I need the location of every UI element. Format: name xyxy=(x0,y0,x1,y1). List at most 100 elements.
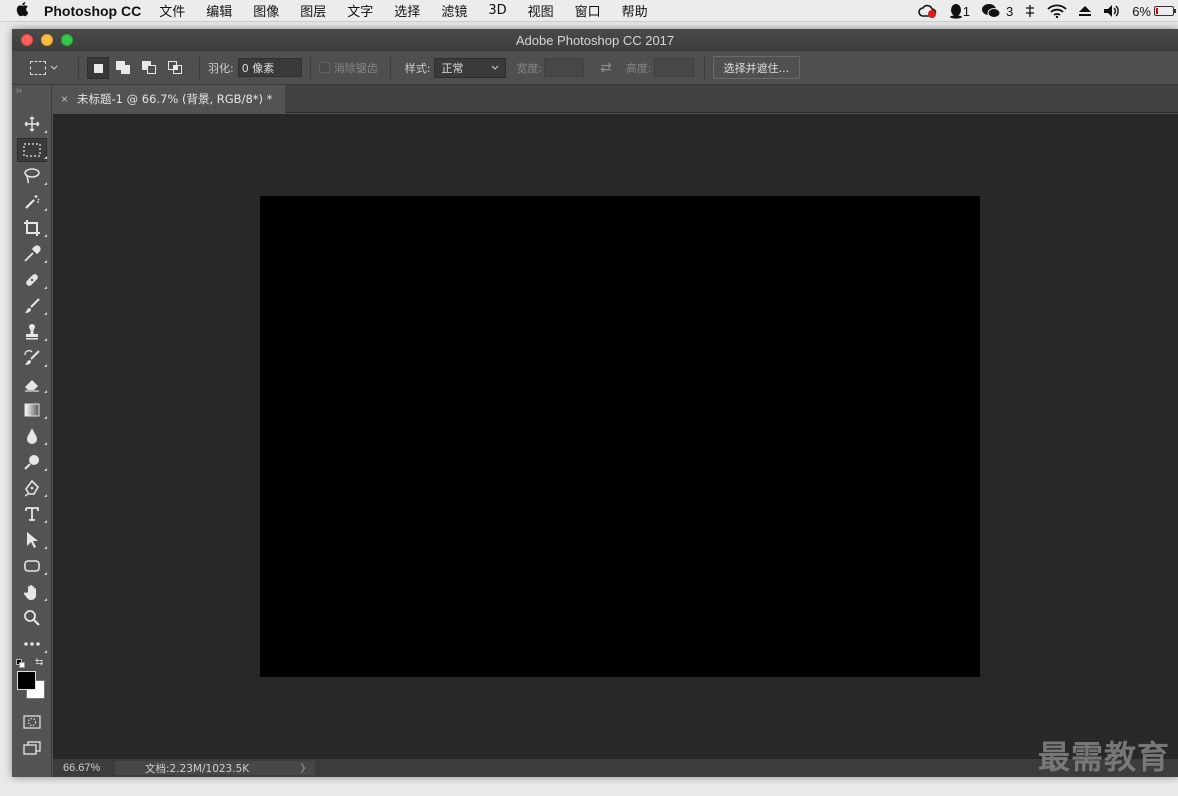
antialias-label: 消除锯齿 xyxy=(333,61,378,75)
pen-tool[interactable] xyxy=(12,475,52,501)
stamp-icon xyxy=(26,324,38,340)
maximize-window-button[interactable] xyxy=(61,34,73,46)
color-swatches: ⇆ xyxy=(12,657,52,705)
new-selection-button[interactable] xyxy=(87,56,109,79)
close-tab-icon[interactable]: × xyxy=(61,92,68,106)
brush-tool[interactable] xyxy=(12,293,52,319)
eraser-tool[interactable] xyxy=(12,371,52,397)
healing-brush-tool[interactable] xyxy=(12,267,52,293)
battery-status[interactable]: 6% xyxy=(1132,4,1176,19)
creative-cloud-icon[interactable] xyxy=(917,4,938,18)
blur-tool[interactable] xyxy=(12,423,52,449)
panel-collapse-toggle[interactable]: ›› xyxy=(12,85,51,97)
intersect-selection-button[interactable] xyxy=(165,57,187,79)
battery-icon xyxy=(1154,6,1176,16)
dodge-tool[interactable] xyxy=(12,449,52,475)
swap-dimensions-icon[interactable]: ⇄ xyxy=(600,60,612,76)
document-canvas[interactable] xyxy=(260,196,980,677)
menu-select[interactable]: 选择 xyxy=(394,1,420,20)
eject-icon[interactable] xyxy=(1078,5,1092,17)
rectangle-tool[interactable] xyxy=(12,553,52,579)
screen-mode-button[interactable] xyxy=(12,735,52,761)
apple-icon[interactable] xyxy=(0,1,44,21)
type-icon xyxy=(25,507,39,521)
minimize-window-button[interactable] xyxy=(41,34,53,46)
chevron-right-icon[interactable]: 〉 xyxy=(301,761,312,776)
rectangular-marquee-tool[interactable] xyxy=(12,137,52,163)
document-tab[interactable]: × 未标题-1 @ 66.7% (背景, RGB/8*) * xyxy=(53,85,285,113)
eyedropper-tool[interactable] xyxy=(12,241,52,267)
brush-icon xyxy=(25,298,40,313)
screen-mode-icon xyxy=(23,741,41,755)
move-tool[interactable] xyxy=(12,111,52,137)
height-label: 高度: xyxy=(625,61,652,75)
path-selection-tool[interactable] xyxy=(12,527,52,553)
divider xyxy=(389,56,391,79)
volume-icon[interactable] xyxy=(1103,4,1121,18)
photoshop-window: Adobe Photoshop CC 2017 羽化: 消除锯齿 xyxy=(12,29,1178,777)
menu-filter[interactable]: 滤镜 xyxy=(441,1,467,20)
quick-mask-button[interactable] xyxy=(12,709,52,735)
title-bar[interactable]: Adobe Photoshop CC 2017 xyxy=(12,29,1178,51)
gradient-tool[interactable] xyxy=(12,397,52,423)
hand-tool[interactable] xyxy=(12,579,52,605)
default-colors-icon[interactable] xyxy=(16,659,25,668)
canvas-workspace[interactable] xyxy=(53,114,1178,759)
close-window-button[interactable] xyxy=(21,34,33,46)
wechat-count: 3 xyxy=(1005,3,1014,19)
clone-stamp-tool[interactable] xyxy=(12,319,52,345)
qq-count: 1 xyxy=(962,3,970,19)
document-info[interactable]: 文档:2.23M/1023.5K 〉 xyxy=(115,761,315,775)
feather-input[interactable] xyxy=(237,58,302,77)
divider xyxy=(78,56,79,79)
app-menu[interactable]: Photoshop CC xyxy=(44,3,141,19)
wechat-icon[interactable]: 3 xyxy=(981,3,1013,19)
menu-help[interactable]: 帮助 xyxy=(622,1,648,20)
menu-view[interactable]: 视图 xyxy=(528,1,554,20)
antialias-checkbox[interactable] xyxy=(318,62,330,73)
zoom-tool[interactable] xyxy=(12,605,52,631)
zoom-level[interactable]: 66.67% xyxy=(53,762,115,774)
menu-layer[interactable]: 图层 xyxy=(300,1,326,20)
gradient-icon xyxy=(24,403,40,417)
menu-file[interactable]: 文件 xyxy=(159,1,185,20)
eraser-icon xyxy=(25,380,39,392)
droplet-icon xyxy=(27,428,37,444)
add-to-selection-button[interactable] xyxy=(113,57,135,79)
foreground-color-swatch[interactable] xyxy=(17,671,36,690)
chevron-down-icon xyxy=(50,65,58,70)
magic-wand-tool[interactable] xyxy=(12,189,52,215)
subtract-from-selection-button[interactable] xyxy=(139,57,161,79)
menu-3d[interactable]: 3D xyxy=(488,3,506,18)
lasso-tool[interactable] xyxy=(12,163,52,189)
menu-image[interactable]: 图像 xyxy=(253,1,279,20)
input-method-icon[interactable] xyxy=(1024,4,1036,18)
menu-type[interactable]: 文字 xyxy=(347,1,373,20)
height-input[interactable] xyxy=(653,58,694,77)
history-brush-tool[interactable] xyxy=(12,345,52,371)
status-bar: 66.67% 文档:2.23M/1023.5K 〉 xyxy=(53,759,1178,777)
watermark-logo: 最需教育 xyxy=(1037,738,1170,776)
menu-window[interactable]: 窗口 xyxy=(575,1,601,20)
crop-icon xyxy=(24,220,40,236)
type-tool[interactable] xyxy=(12,501,52,527)
style-select[interactable]: 正常 xyxy=(434,57,507,78)
wifi-icon[interactable] xyxy=(1047,4,1067,18)
dodge-icon xyxy=(24,455,39,470)
tool-preset-picker[interactable] xyxy=(30,60,70,75)
select-and-mask-button[interactable]: 选择并遮住... xyxy=(712,56,801,79)
width-label: 宽度: xyxy=(516,61,543,75)
qq-icon[interactable]: 1 xyxy=(949,3,970,19)
hand-icon xyxy=(23,585,36,600)
crop-tool[interactable] xyxy=(12,215,52,241)
ellipsis-icon xyxy=(24,642,40,646)
divider xyxy=(703,56,705,79)
lasso-icon xyxy=(24,168,40,184)
swap-colors-icon[interactable]: ⇆ xyxy=(35,657,43,668)
more-tools-button[interactable] xyxy=(12,631,52,657)
pen-icon xyxy=(24,479,39,497)
menu-edit[interactable]: 编辑 xyxy=(206,1,232,20)
document-size: 文档:2.23M/1023.5K xyxy=(145,762,250,775)
document-tabs: × 未标题-1 @ 66.7% (背景, RGB/8*) * xyxy=(53,85,1178,113)
width-input[interactable] xyxy=(544,58,585,77)
